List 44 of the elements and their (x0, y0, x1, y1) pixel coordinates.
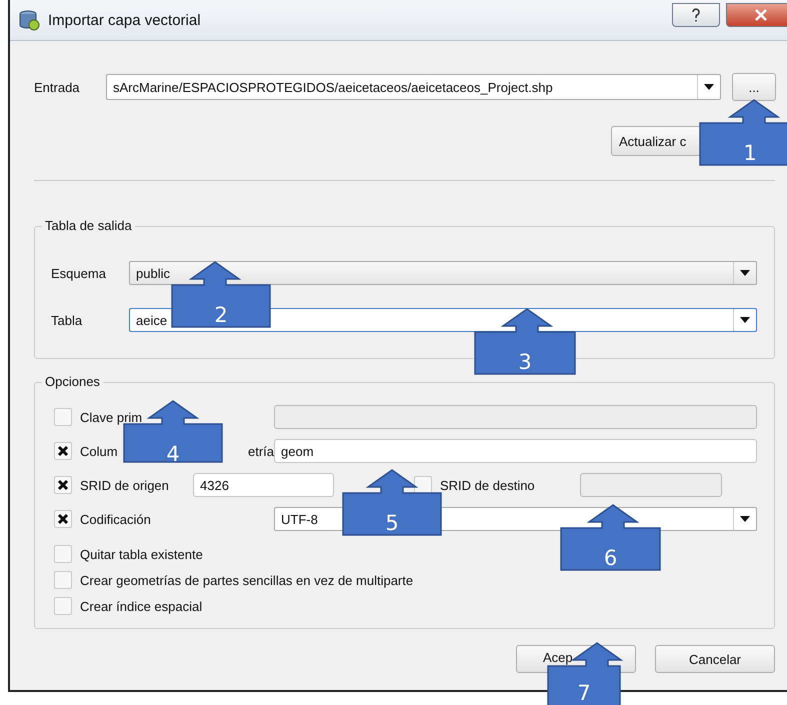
option-label: Crear geometrías de partes sencillas en vez de multiparte (80, 572, 414, 588)
dropdown-arrow-icon (740, 317, 750, 323)
option-label: Colum (80, 444, 118, 458)
close-button[interactable] (726, 3, 787, 27)
browse-button[interactable]: ... (732, 73, 776, 101)
callout-tooltip: 1 (699, 99, 787, 166)
option-label: SRID de origen (80, 478, 169, 492)
text-field[interactable]: 4326 (193, 473, 334, 497)
option-label: Clave prim (80, 410, 142, 424)
option-label: Codificación (80, 512, 151, 526)
group-title: Opciones (42, 374, 103, 389)
check-mark-icon (57, 445, 69, 457)
option-label: etría (248, 444, 274, 458)
window-title: Importar capa vectorial (48, 12, 201, 28)
dropdown-arrow-icon (740, 270, 750, 276)
checkbox[interactable] (54, 510, 72, 528)
table-label: Tabla (51, 312, 84, 328)
callout-tooltip: 6 (560, 504, 661, 571)
check-mark-icon (57, 479, 69, 491)
checkbox[interactable] (54, 476, 72, 494)
callout-tooltip: 2 (171, 261, 271, 328)
checkbox[interactable] (54, 571, 72, 589)
schema-dropdown[interactable]: public (129, 261, 757, 285)
option-label: Crear índice espacial (80, 598, 202, 614)
callout-tooltip: 5 (342, 469, 442, 536)
callout-tooltip: 3 (474, 308, 576, 375)
close-icon (754, 9, 768, 21)
database-icon (18, 9, 40, 31)
help-button[interactable] (672, 3, 720, 27)
text-field[interactable]: geom (274, 439, 757, 463)
input-path-dropdown[interactable]: sArcMarine/ESPACIOSPROTEGIDOS/aeicetaceos/aeicetaceos_Project.shp (106, 74, 721, 100)
schema-label: Esquema (51, 266, 107, 280)
checkbox[interactable] (54, 545, 72, 563)
option-label: Quitar tabla existente (80, 546, 203, 562)
cancel-button[interactable]: Cancelar (655, 645, 775, 673)
dropdown-arrow-icon (740, 516, 750, 522)
check-mark-icon (57, 513, 69, 525)
checkbox[interactable] (54, 442, 72, 460)
dropdown-arrow-icon (704, 84, 714, 90)
input-label: Entrada (34, 80, 81, 94)
group-title: Tabla de salida (42, 218, 135, 233)
checkbox[interactable] (54, 597, 72, 615)
help-icon (691, 8, 701, 22)
option-label: SRID de destino (440, 478, 535, 492)
